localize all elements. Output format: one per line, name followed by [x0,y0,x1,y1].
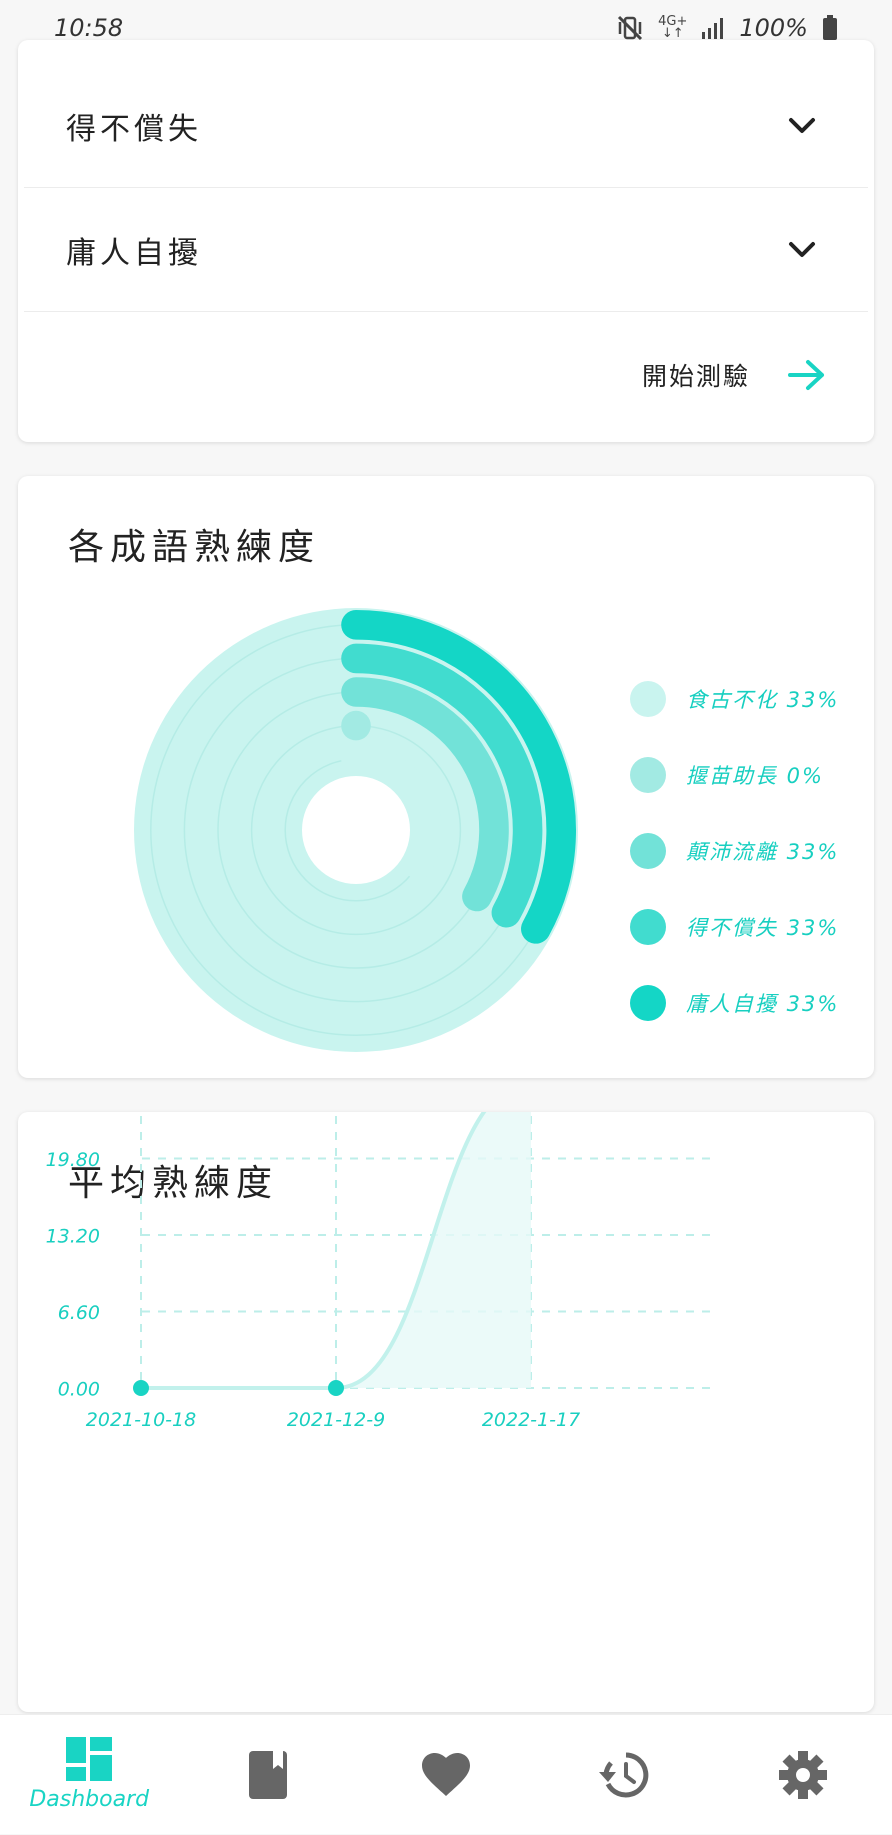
x-tick-label: 2021-12-9 [287,1409,385,1431]
dashboard-icon [66,1737,113,1781]
average-proficiency-card: 平均熟練度 0.006.6013.2019.8026.402021-10-182… [18,1112,874,1712]
legend-swatch [630,833,666,869]
legend-item: 顛沛流離 33% [630,813,839,889]
network-indicator: 4G+ ↓↑ [658,14,688,41]
nav-bookmarks[interactable] [198,1715,338,1835]
legend-item: 揠苗助長 0% [630,737,839,813]
area-chart: 0.006.6013.2019.8026.402021-10-182021-12… [46,1112,710,1431]
legend-item: 庸人自擾 33% [630,965,839,1041]
arrow-right-icon [788,360,824,390]
start-quiz-button[interactable]: 開始測驗 [642,340,826,410]
vibrate-mute-icon [618,15,643,41]
legend-label: 得不償失 33% [686,916,840,940]
chevron-down-icon[interactable] [788,117,816,135]
legend-label: 顛沛流離 33% [686,840,840,864]
nav-history[interactable] [554,1715,694,1835]
data-point [133,1380,149,1396]
chevron-down-icon[interactable] [788,241,816,259]
quiz-card: 得不償失 庸人自擾 開始測驗 [18,40,874,442]
battery-icon [823,15,837,40]
data-point [328,1380,344,1396]
legend-swatch [630,985,666,1021]
quiz-item[interactable]: 得不償失 [24,64,868,188]
bottom-nav: Dashboard [0,1714,892,1834]
gear-icon [778,1750,827,1799]
y-tick-label: 13.20 [46,1226,100,1248]
legend-swatch [630,909,666,945]
legend-item: 食古不化 33% [630,661,839,737]
radial-bar [341,710,371,741]
legend-label: 庸人自擾 33% [686,992,840,1016]
status-time: 10:58 [54,14,124,42]
legend-item: 得不償失 33% [630,889,839,965]
y-tick-label: 19.80 [46,1149,100,1171]
battery-percent: 100% [739,14,808,42]
nav-favorites[interactable] [376,1715,516,1835]
quiz-item-label: 庸人自擾 [66,235,202,271]
nav-dashboard-label: Dashboard [29,1787,150,1812]
x-tick-label: 2021-10-18 [86,1409,196,1431]
signal-icon [702,18,724,39]
heart-icon [421,1752,470,1796]
legend-swatch [630,681,666,717]
history-icon [599,1752,649,1797]
bookmark-book-icon [248,1750,287,1799]
proficiency-card: 各成語熟練度 食古不化 33% 揠苗助長 0% 顛沛流離 33% 得不償失 33… [18,476,874,1078]
radial-bar-chart [134,608,578,1052]
data-arrows-icon: ↓↑ [661,26,684,41]
legend-label: 食古不化 33% [686,688,840,712]
nav-dashboard[interactable]: Dashboard [19,1715,159,1835]
quiz-item-label: 得不償失 [66,111,202,147]
y-tick-label: 6.60 [58,1302,100,1324]
nav-settings[interactable] [733,1715,873,1835]
chart-legend: 食古不化 33% 揠苗助長 0% 顛沛流離 33% 得不償失 33% 庸人自擾 … [630,661,839,1041]
start-quiz-label: 開始測驗 [641,362,750,391]
y-tick-label: 0.00 [58,1379,100,1401]
legend-swatch [630,757,666,793]
radial-hole [302,776,410,884]
x-tick-label: 2022-1-17 [482,1409,580,1431]
quiz-item[interactable]: 庸人自擾 [24,188,868,312]
status-icons: 4G+ ↓↑ 100% [616,14,838,42]
legend-label: 揠苗助長 0% [686,764,824,788]
